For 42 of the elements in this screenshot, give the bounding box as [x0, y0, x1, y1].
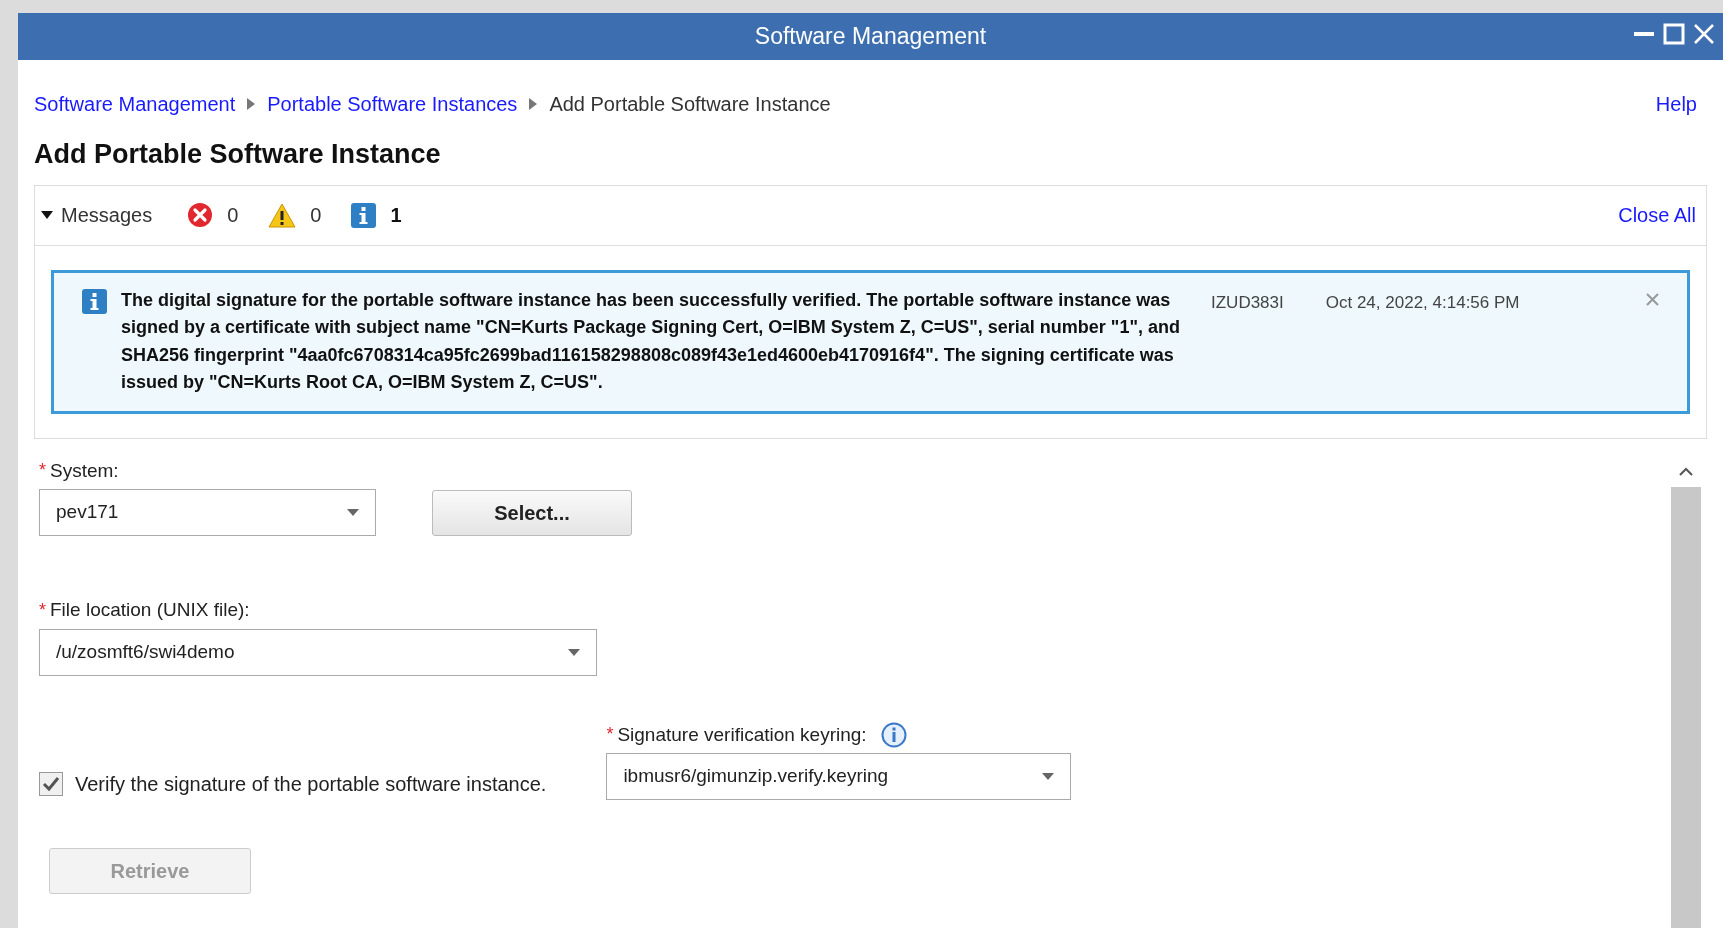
checkbox[interactable] [39, 772, 63, 797]
caret-icon [41, 211, 53, 219]
required-mark: * [39, 598, 46, 622]
chevron-up-icon[interactable] [1679, 467, 1693, 476]
message-count: 1 [390, 203, 402, 228]
info-icon [82, 288, 107, 314]
message-count: 0 [310, 203, 322, 228]
dropdown-caret-icon [347, 509, 359, 516]
chevron-right-icon [529, 98, 538, 110]
close-message-button[interactable] [1646, 292, 1659, 306]
warning-icon [268, 202, 297, 228]
required-mark: * [606, 723, 614, 747]
checkbox-label: Verify the signature of the portable software instance. [75, 772, 547, 798]
window-title: Software Management [754, 22, 987, 52]
help-link[interactable]: Help [1655, 89, 1697, 119]
field-label: System: [50, 458, 119, 483]
dropdown-field[interactable]: ibmusr6/gimunzip.verify.keyring [606, 753, 1072, 800]
dropdown-caret-icon [1042, 773, 1055, 780]
message-text: The digital signature for the portable software instance has been successfully verified. The portable software instance was signed by a certificate with subject name "CN=Kurts Package Signing Cert, O=IBM System Z, C=US", serial number "1", and SHA256 fingerprint "4aa0fc6708314ca95fc2699bad116158298808c089f43e1ed4600eb4170916f4". The signing certificate was issued by "CN=Kurts Root CA, O=IBM System Z, C=US". [121, 288, 1181, 394]
field-label: Signature verification keyring: [617, 722, 867, 747]
error-icon [187, 202, 214, 228]
scrollbar[interactable] [1671, 456, 1701, 928]
page-heading: Add Portable Software Instance [34, 138, 442, 171]
messages-toggle[interactable]: Messages [41, 200, 153, 230]
chevron-right-icon [247, 98, 256, 110]
message-count: 0 [227, 203, 239, 228]
field-label: File location (UNIX file): [50, 598, 250, 622]
maximize-icon[interactable] [1663, 23, 1685, 45]
select-button[interactable]: Select... [432, 490, 632, 536]
message-code: IZUD383I [1211, 291, 1284, 314]
breadcrumb-link[interactable]: Portable Software Instances [267, 89, 518, 119]
close-all-link[interactable]: Close All [1618, 200, 1696, 230]
info-icon[interactable] [880, 721, 907, 748]
dropdown-caret-icon [568, 648, 580, 656]
breadcrumb-current: Add Portable Software Instance [549, 92, 831, 117]
message-timestamp: Oct 24, 2022, 4:14:56 PM [1325, 291, 1520, 314]
info-icon [351, 202, 377, 228]
dropdown-field[interactable]: /u/zosmft6/swi4demo [39, 628, 597, 676]
required-mark: * [39, 459, 46, 483]
close-icon[interactable] [1693, 23, 1715, 45]
dropdown-field[interactable]: pev171 [39, 489, 376, 536]
breadcrumb-link[interactable]: Software Management [34, 89, 236, 119]
